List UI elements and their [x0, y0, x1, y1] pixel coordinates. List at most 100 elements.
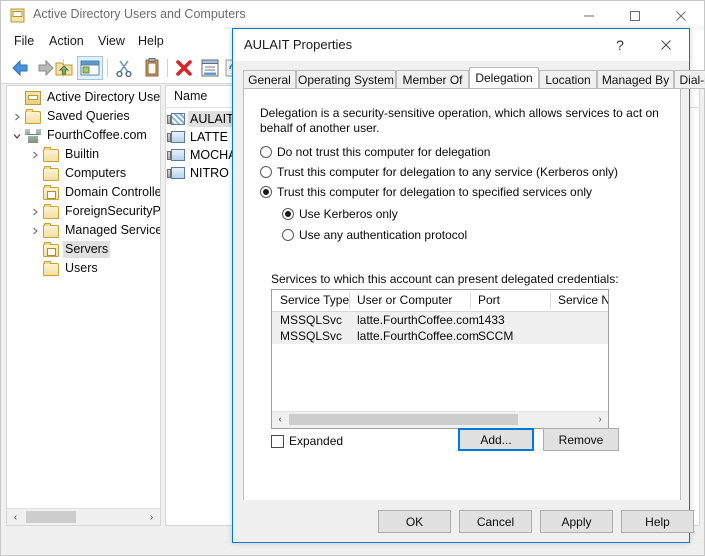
chevron-right-icon[interactable]: [11, 111, 23, 123]
toolbar-separator: [167, 59, 168, 77]
tree-item-domain-controllers[interactable]: Domain Controlle: [29, 183, 160, 202]
minimize-icon: [584, 15, 594, 16]
services-horizontal-scrollbar[interactable]: ‹ ›: [272, 411, 608, 428]
cancel-button[interactable]: Cancel: [459, 510, 532, 533]
tab-member-of[interactable]: Member Of: [396, 70, 469, 89]
computer-icon: [169, 148, 185, 162]
tab-operating-system[interactable]: Operating System: [296, 70, 396, 89]
table-row[interactable]: MSSQLSvc latte.FourthCoffee.com SCCM: [272, 328, 608, 344]
chevron-right-icon[interactable]: [29, 149, 41, 161]
column-header-service-type[interactable]: Service Type: [280, 293, 349, 307]
expanded-checkbox[interactable]: Expanded: [271, 434, 343, 448]
tab-managed-by[interactable]: Managed By: [597, 70, 674, 89]
tree-item-fourthcoffee-com[interactable]: FourthCoffee.com: [11, 126, 149, 145]
cell-user-or-computer: latte.FourthCoffee.com: [357, 313, 479, 327]
scrollbar-thumb[interactable]: [26, 511, 76, 523]
tab-strip: General Operating System Member Of Deleg…: [243, 67, 705, 89]
radio-button[interactable]: [260, 146, 272, 158]
tree-item-managed-service-accounts[interactable]: Managed Service: [29, 221, 160, 240]
menu-help[interactable]: Help: [133, 33, 169, 49]
radio-trust-specified-services[interactable]: Trust this computer for delegation to sp…: [260, 185, 592, 199]
column-header-port[interactable]: Port: [478, 293, 500, 307]
radio-use-any-auth-protocol[interactable]: Use any authentication protocol: [282, 228, 467, 242]
radio-trust-any-service[interactable]: Trust this computer for delegation to an…: [260, 165, 618, 179]
add-button[interactable]: Add...: [458, 428, 534, 451]
dialog-footer: OK Cancel Apply Help: [233, 500, 694, 542]
chevron-right-icon[interactable]: [29, 225, 41, 237]
menu-action[interactable]: Action: [44, 33, 89, 49]
properties-icon[interactable]: [199, 57, 221, 79]
folder-icon: [25, 108, 41, 124]
apply-button[interactable]: Apply: [540, 510, 613, 533]
radio-label: Do not trust this computer for delegatio…: [277, 145, 491, 159]
console-tree-panel[interactable]: Active Directory Users an Saved Queries …: [6, 85, 161, 526]
menu-file[interactable]: File: [9, 33, 39, 49]
column-header-user-or-computer[interactable]: User or Computer: [357, 293, 452, 307]
back-icon[interactable]: [9, 57, 31, 79]
checkbox-box[interactable]: [271, 434, 284, 448]
tab-dial-in[interactable]: Dial-in: [674, 70, 705, 89]
scroll-right-arrow-icon[interactable]: ›: [143, 509, 160, 525]
delete-icon[interactable]: [173, 57, 195, 79]
tab-general[interactable]: General: [243, 70, 296, 89]
delegation-tab-page: Delegation is a security-sensitive opera…: [243, 88, 681, 515]
tree-item-saved-queries[interactable]: Saved Queries: [11, 107, 132, 126]
tree-horizontal-scrollbar[interactable]: ‹ ›: [7, 508, 160, 525]
radio-button[interactable]: [260, 166, 272, 178]
tree-item-servers[interactable]: Servers: [29, 240, 111, 259]
cell-port: SCCM: [478, 329, 514, 343]
help-button[interactable]: Help: [621, 510, 694, 533]
radio-button-selected[interactable]: [282, 208, 294, 220]
dialog-help-button[interactable]: ?: [597, 29, 643, 61]
dialog-title: AULAIT Properties: [244, 37, 353, 52]
cut-icon[interactable]: [113, 57, 135, 79]
chevron-right-icon[interactable]: [29, 206, 41, 218]
scroll-left-arrow-icon[interactable]: ‹: [272, 412, 288, 427]
tree-item-users[interactable]: Users: [29, 259, 100, 278]
radio-button[interactable]: [282, 229, 294, 241]
copy-icon[interactable]: [141, 57, 163, 79]
properties-dialog: AULAIT Properties ? General Operating Sy…: [232, 28, 705, 543]
table-row[interactable]: MSSQLSvc latte.FourthCoffee.com 1433: [272, 312, 608, 328]
folder-icon: [43, 165, 59, 181]
radio-use-kerberos-only[interactable]: Use Kerberos only: [282, 207, 398, 221]
close-button[interactable]: [658, 1, 704, 30]
dialog-close-button[interactable]: [643, 29, 689, 61]
column-divider[interactable]: [349, 292, 350, 309]
delegation-description: Delegation is a security-sensitive opera…: [260, 106, 659, 135]
radio-do-not-trust[interactable]: Do not trust this computer for delegatio…: [260, 145, 490, 159]
list-item[interactable]: AULAIT: [169, 110, 236, 128]
list-item[interactable]: NITRO: [169, 164, 231, 182]
expanded-label: Expanded: [289, 434, 344, 448]
console-book-icon: [10, 8, 25, 23]
remove-button[interactable]: Remove: [543, 428, 619, 451]
folder-icon: [43, 146, 59, 162]
radio-button-selected[interactable]: [260, 186, 272, 198]
services-table[interactable]: Service Type User or Computer Port Servi…: [271, 289, 609, 429]
radio-label: Use any authentication protocol: [299, 228, 468, 242]
scroll-right-arrow-icon[interactable]: ›: [592, 412, 608, 427]
up-folder-icon[interactable]: [53, 57, 75, 79]
folder-icon: [43, 222, 59, 238]
tree-item-root[interactable]: Active Directory Users an: [11, 88, 160, 107]
scrollbar-thumb[interactable]: [289, 414, 518, 425]
column-divider[interactable]: [550, 292, 551, 309]
minimize-button[interactable]: [566, 1, 612, 30]
chevron-down-icon[interactable]: [11, 130, 23, 142]
tab-location[interactable]: Location: [539, 70, 597, 89]
list-item[interactable]: MOCHA: [169, 146, 239, 164]
column-header-name[interactable]: Name: [174, 89, 207, 103]
list-item[interactable]: LATTE: [169, 128, 230, 146]
tree-item-foreignsecurityprincipals[interactable]: ForeignSecurityPr: [29, 202, 160, 221]
column-divider[interactable]: [470, 292, 471, 309]
tree-item-computers[interactable]: Computers: [29, 164, 128, 183]
tab-delegation[interactable]: Delegation: [469, 67, 539, 89]
tree-item-builtin[interactable]: Builtin: [29, 145, 101, 164]
column-header-service-name[interactable]: Service Na: [558, 293, 608, 307]
ou-folder-icon: [43, 241, 59, 257]
folder-icon: [43, 260, 59, 276]
maximize-button[interactable]: [612, 1, 658, 30]
ok-button[interactable]: OK: [378, 510, 451, 533]
menu-view[interactable]: View: [93, 33, 130, 49]
scroll-left-arrow-icon[interactable]: ‹: [7, 509, 24, 525]
